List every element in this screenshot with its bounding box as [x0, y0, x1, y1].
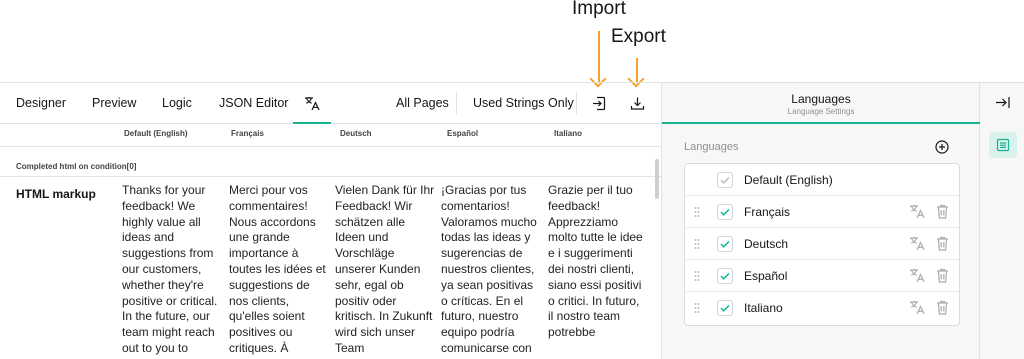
section-header: Completed html on condition[0]	[16, 162, 137, 171]
translation-icon[interactable]	[909, 268, 925, 283]
language-label: Español	[744, 269, 788, 283]
language-label: Italiano	[744, 301, 783, 315]
translation-cell-italian[interactable]: Grazie per il tuo feedback! Apprezziamo …	[548, 183, 648, 341]
trash-icon[interactable]	[936, 204, 949, 219]
translation-editor: Designer Preview Logic JSON Editor All P…	[0, 83, 662, 359]
tab-preview[interactable]: Preview	[92, 83, 136, 124]
property-grid-icon	[996, 138, 1010, 152]
translation-icon[interactable]	[909, 236, 925, 251]
languages-label: Languages	[684, 141, 739, 153]
panel-title: Languages	[791, 92, 851, 106]
column-header-french: Français	[231, 129, 264, 138]
column-header-default: Default (English)	[124, 129, 188, 138]
translation-icon[interactable]	[909, 300, 925, 315]
languages-panel: Languages Language Settings Languages De…	[662, 83, 980, 359]
tab-json-editor[interactable]: JSON Editor	[219, 83, 288, 124]
language-label: Français	[744, 205, 791, 219]
list-item-italian: Italiano	[685, 292, 959, 324]
header-divider	[0, 146, 661, 147]
panel-subtitle: Language Settings	[787, 107, 855, 116]
all-pages-dropdown[interactable]: All Pages	[396, 83, 449, 124]
collapse-panel-icon[interactable]	[995, 96, 1010, 109]
language-label: Deutsch	[744, 237, 789, 251]
column-header-italian: Italiano	[554, 129, 583, 138]
checkbox[interactable]	[717, 300, 733, 316]
drag-handle-icon[interactable]	[694, 206, 700, 218]
check-icon	[720, 272, 730, 280]
vertical-scrollbar[interactable]	[655, 159, 659, 199]
language-label: Default (English)	[744, 173, 833, 187]
tab-translation[interactable]	[293, 83, 331, 124]
list-item-french: Français	[685, 196, 959, 228]
check-icon	[720, 240, 730, 248]
check-icon	[720, 208, 730, 216]
used-strings-toggle[interactable]: Used Strings Only	[473, 83, 574, 124]
import-arrow	[598, 31, 600, 83]
toolbar-divider	[456, 92, 457, 115]
list-item-default: Default (English)	[685, 164, 959, 196]
check-icon	[720, 176, 730, 184]
export-arrow	[636, 58, 638, 83]
import-callout: Import	[572, 0, 626, 19]
drag-handle-icon[interactable]	[694, 302, 700, 314]
checkbox	[717, 172, 733, 188]
checkbox[interactable]	[717, 236, 733, 252]
translation-cell-spanish[interactable]: ¡Gracias por tus comentarios! Valoramos …	[441, 183, 541, 357]
panel-active-underline	[662, 122, 980, 124]
column-header-german: Deutsch	[340, 129, 372, 138]
language-list: Default (English) Français Deutsch Españ…	[684, 163, 960, 326]
column-header-spanish: Español	[447, 129, 479, 138]
toolbar: Designer Preview Logic JSON Editor All P…	[0, 83, 661, 124]
list-item-spanish: Español	[685, 260, 959, 292]
row-label: HTML markup	[16, 187, 96, 201]
translation-cell-german[interactable]: Vielen Dank für Ihr Feedback! Wir schätz…	[335, 183, 435, 357]
trash-icon[interactable]	[936, 300, 949, 315]
check-icon	[720, 304, 730, 312]
property-grid-button[interactable]	[989, 132, 1017, 158]
section-divider	[0, 176, 661, 177]
editor-frame: Designer Preview Logic JSON Editor All P…	[0, 82, 1024, 359]
trash-icon[interactable]	[936, 236, 949, 251]
checkbox[interactable]	[717, 268, 733, 284]
drag-handle-icon[interactable]	[694, 238, 700, 250]
list-item-german: Deutsch	[685, 228, 959, 260]
import-icon[interactable]	[592, 96, 607, 111]
checkbox[interactable]	[717, 204, 733, 220]
trash-icon[interactable]	[936, 268, 949, 283]
translation-icon[interactable]	[909, 204, 925, 219]
translation-cell-french[interactable]: Merci pour vos commentaires! Nous accord…	[229, 183, 329, 357]
export-callout: Export	[611, 26, 666, 47]
drag-handle-icon[interactable]	[694, 270, 700, 282]
add-circle-icon[interactable]	[935, 140, 949, 154]
toolbar-divider	[576, 92, 577, 115]
tab-designer[interactable]: Designer	[16, 83, 66, 124]
side-bar	[980, 83, 1024, 359]
translation-cell-default[interactable]: Thanks for your feedback! We highly valu…	[122, 183, 222, 357]
translation-icon	[305, 97, 320, 111]
export-icon[interactable]	[630, 96, 645, 111]
tab-logic[interactable]: Logic	[162, 83, 192, 124]
